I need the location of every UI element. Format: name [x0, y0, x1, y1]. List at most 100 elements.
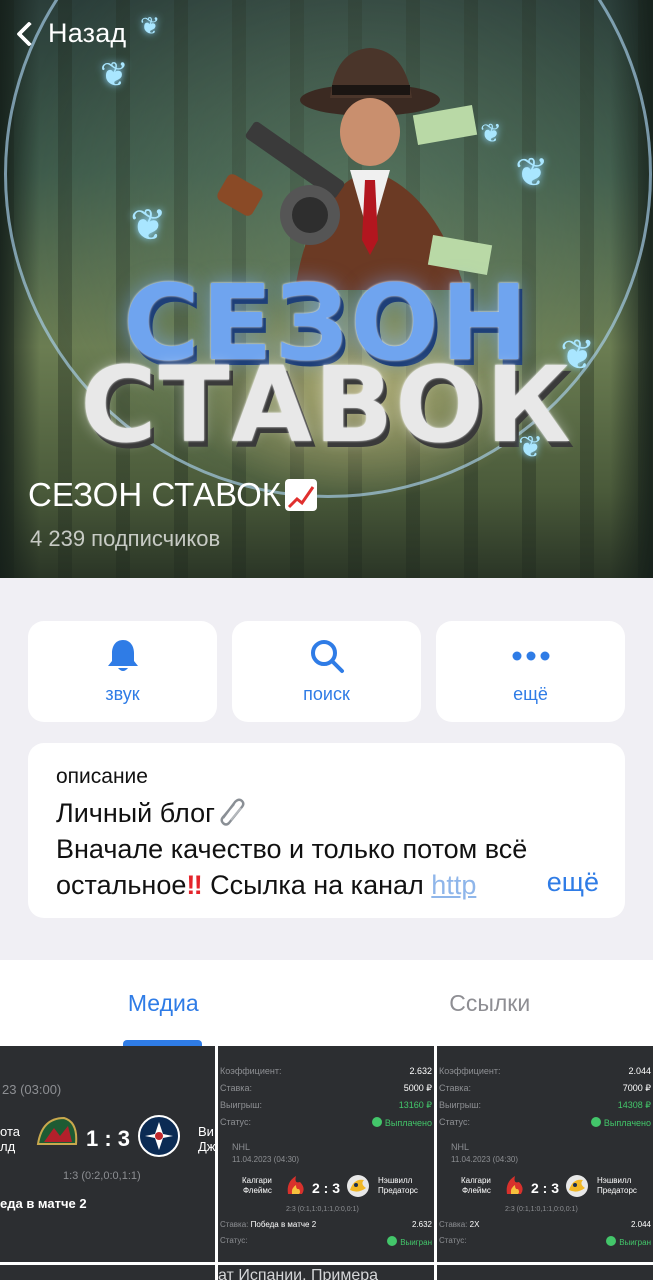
match-date: 11.04.2023 (04:30): [232, 1155, 300, 1164]
check-icon: [387, 1236, 398, 1246]
match-score: 2 : 3: [312, 1180, 341, 1196]
team-right-name: Нэшвилл Предаторс: [378, 1176, 418, 1196]
bet-status-label: Статус:: [220, 1236, 248, 1245]
bet-status-row: Статус: Выигран: [218, 1236, 434, 1247]
back-label: Назад: [48, 18, 127, 48]
team-left-line2: Флеймс: [461, 1186, 491, 1195]
team-left-name: ота лд: [0, 1124, 20, 1154]
butterfly-icon: ❦: [140, 13, 161, 40]
team-right-line1: Нэшвилл: [597, 1176, 632, 1185]
search-button[interactable]: поиск: [232, 621, 421, 722]
team-left-name: Калгари Флеймс: [461, 1176, 491, 1196]
league-label: NHL: [451, 1142, 470, 1152]
bet-row-value: 7000 ₽: [622, 1083, 651, 1093]
back-button[interactable]: Назад: [12, 18, 126, 49]
description-card: описание Личный блог Вначале качество и …: [28, 743, 625, 918]
bet-row: Коэффициент: 2.044: [437, 1066, 653, 1076]
bet-row-label: Ставка:: [220, 1083, 252, 1093]
league-label: NHL: [232, 1142, 251, 1152]
bet-row-label: Выигрыш:: [439, 1100, 481, 1110]
tab-links-label: Ссылки: [449, 990, 531, 1016]
action-buttons: звук поиск ещё: [28, 621, 625, 722]
match-date: 23 (03:00): [2, 1082, 62, 1097]
bet-row-label: Коэффициент:: [220, 1066, 282, 1076]
team-logo-icon: [138, 1115, 180, 1157]
more-button[interactable]: ещё: [436, 621, 625, 722]
butterfly-icon: ❦: [100, 56, 129, 94]
butterfly-icon: ❦: [560, 331, 596, 378]
team-left-line1: Калгари: [242, 1176, 272, 1185]
bet-status-row: Статус: Выигран: [437, 1236, 653, 1247]
team-left-line2: лд: [0, 1139, 16, 1154]
bet-type-coef: 2.632: [411, 1220, 432, 1229]
team-logo-icon: [566, 1175, 588, 1197]
channel-link[interactable]: http: [431, 870, 476, 900]
chevron-left-icon: [16, 20, 42, 47]
bet-type-coef: 2.044: [630, 1220, 651, 1229]
more-label: ещё: [513, 684, 548, 704]
match-date: 11.04.2023 (04:30): [451, 1155, 519, 1164]
team-logo-icon: [347, 1175, 369, 1197]
match-score: 1 : 3: [86, 1126, 131, 1151]
sound-label: звук: [105, 684, 140, 704]
bet-row-value: 13160 ₽: [398, 1100, 432, 1110]
team-right-line2: Дж: [198, 1139, 215, 1154]
media-thumbnail[interactable]: [437, 1265, 653, 1280]
content-tabs: Медиа Ссылки: [0, 960, 653, 1046]
butterfly-icon: ❦: [130, 201, 167, 250]
bet-type-label: Ставка:: [439, 1220, 468, 1229]
bet-row: Ставка: 5000 ₽: [218, 1083, 434, 1094]
description-line: Личный блог: [56, 795, 597, 831]
tab-media[interactable]: Медиа: [0, 960, 327, 1046]
gangster-illustration: [217, 48, 493, 290]
channel-title: СЕЗОН СТАВОК: [28, 476, 317, 514]
media-thumbnail[interactable]: 23 (03:00) ота лд 1 : 3 Ви Дж 1:3 (0:2,0…: [0, 1046, 215, 1262]
description-line1: Личный блог: [56, 798, 215, 828]
team-logo-icon: [36, 1116, 78, 1145]
channel-title-text: СЕЗОН СТАВОК: [28, 476, 281, 513]
check-icon: [606, 1236, 617, 1246]
media-thumbnail[interactable]: ат Испании. Примера: [218, 1265, 434, 1280]
description-more-link[interactable]: ещё: [516, 867, 599, 898]
butterfly-icon: ❦: [480, 118, 502, 148]
media-thumbnail[interactable]: Коэффициент: 2.044 Ставка: 7000 ₽ Выигрыш:…: [437, 1046, 653, 1262]
bet-row: Выигрыш: 13160 ₽: [218, 1100, 434, 1111]
thumbnail-caption: ат Испании. Примера: [218, 1267, 379, 1280]
bet-row-label: Ставка:: [439, 1083, 471, 1093]
tab-links[interactable]: Ссылки: [327, 960, 653, 1046]
bet-row-label: Статус:: [220, 1117, 251, 1127]
channel-cover: СЕЗОН СТАВОК ❦ ❦ ❦ ❦ ❦ ❦ ❦ Назад СЕЗОН С…: [0, 0, 653, 578]
search-label: поиск: [303, 684, 350, 704]
team-left-line2: Флеймс: [242, 1186, 272, 1195]
media-thumbnail[interactable]: [0, 1265, 215, 1280]
bet-description: еда в матче 2: [0, 1196, 87, 1211]
media-grid: 23 (03:00) ота лд 1 : 3 Ви Дж 1:3 (0:2,0…: [0, 1046, 653, 1280]
media-thumbnail[interactable]: Коэффициент: 2.632 Ставка: 5000 ₽ Выигрыш:…: [218, 1046, 434, 1262]
team-right-name: Нэшвилл Предаторс: [597, 1176, 637, 1196]
bet-type-row: Ставка: Победа в матче 2 2.632: [218, 1220, 434, 1229]
status-won-text: Выигран: [400, 1238, 432, 1247]
status-won: Выигран: [387, 1236, 432, 1247]
double-exclamation-icon: ‼: [186, 870, 203, 900]
butterfly-icon: ❦: [515, 151, 549, 195]
bet-row: Ставка: 7000 ₽: [437, 1083, 653, 1094]
team-right-line1: Ви: [198, 1124, 214, 1139]
bet-row-label: Выигрыш:: [220, 1100, 262, 1110]
bet-row-value: 14308 ₽: [617, 1100, 651, 1110]
bet-status-label: Статус:: [439, 1236, 467, 1245]
status-paid-text: Выплачено: [384, 1118, 432, 1128]
tab-media-label: Медиа: [127, 990, 199, 1016]
bet-row: Статус: Выплачено: [437, 1117, 653, 1128]
team-right-line1: Нэшвилл: [378, 1176, 413, 1185]
match-detail: 2:3 (0:1,1:0,1:1,0:0,0:1): [505, 1206, 578, 1213]
bet-row-value: 2.044: [628, 1066, 651, 1076]
match-detail: 2:3 (0:1,1:0,1:1,0:0,0:1): [286, 1206, 359, 1213]
cover-logo-line2: СТАВОК: [80, 344, 573, 466]
bet-type-row: Ставка: 2X 2.044: [437, 1220, 653, 1229]
team-right-name: Ви Дж: [198, 1124, 215, 1154]
status-paid: Выплачено: [590, 1117, 651, 1128]
team-right-line2: Предаторс: [597, 1186, 637, 1195]
bet-row-label: Коэффициент:: [439, 1066, 501, 1076]
sound-button[interactable]: звук: [28, 621, 217, 722]
team-logo-icon: [287, 1176, 304, 1194]
